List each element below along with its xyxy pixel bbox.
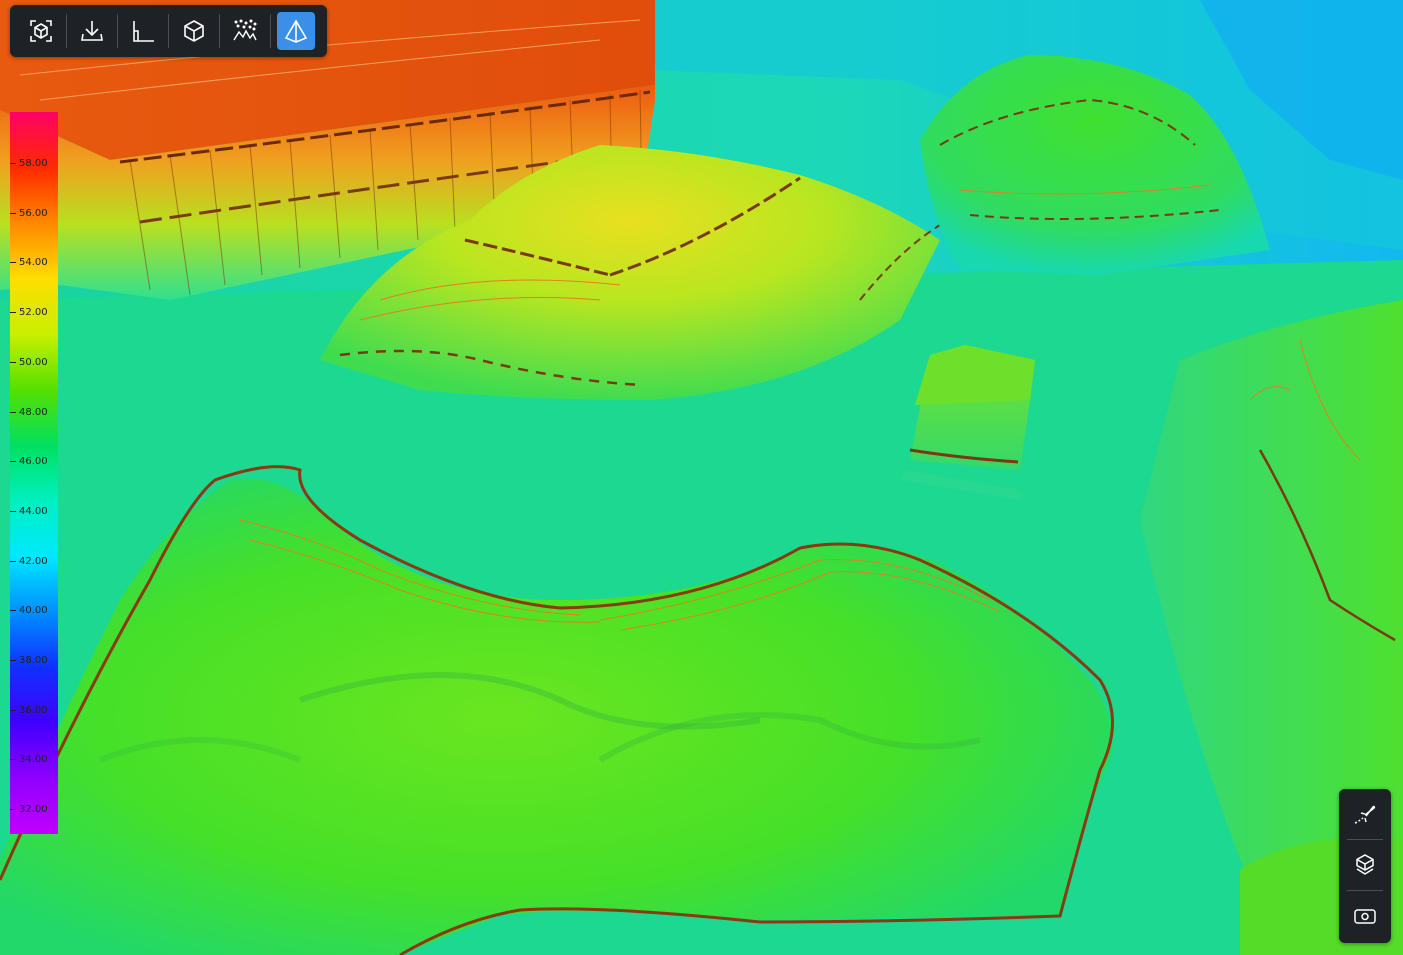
point-cloud-button[interactable] [226,12,264,50]
pyramid-icon [284,19,308,43]
legend-label: 58.00 [19,157,48,169]
legend-tick: 46.00 [10,455,58,467]
legend-label: 36.00 [19,704,48,716]
legend-tick: 32.00 [10,803,58,815]
axis-measure-icon [133,21,154,42]
axis-measure-button[interactable] [124,12,162,50]
flight-path-icon [1354,805,1376,824]
toolbar-divider [219,14,220,48]
cube-view-button[interactable] [175,12,213,50]
legend-label: 56.00 [19,207,48,219]
legend-tick: 58.00 [10,157,58,169]
legend-label: 50.00 [19,356,48,368]
legend-label: 54.00 [19,256,48,268]
legend-tick: 36.00 [10,704,58,716]
legend-label: 32.00 [19,803,48,815]
elevation-legend: 58.00 56.00 54.00 52.00 50.00 48.00 46.0… [10,112,58,834]
legend-tick: 56.00 [10,207,58,219]
download-button[interactable] [73,12,111,50]
view-toolbar [10,5,327,57]
legend-tick: 52.00 [10,306,58,318]
terrain-3d-view[interactable] [0,0,1403,955]
legend-label: 38.00 [19,654,48,666]
scan-cube-icon [30,20,52,42]
toolbar-divider [66,14,67,48]
legend-label: 44.00 [19,505,48,517]
cube-icon [184,20,204,42]
layers-icon [1356,854,1374,875]
pyramid-view-button[interactable] [277,12,315,50]
legend-label: 40.00 [19,604,48,616]
legend-label: 48.00 [19,406,48,418]
legend-tick: 42.00 [10,555,58,567]
legend-tick: 38.00 [10,654,58,666]
download-icon [81,21,103,41]
legend-tick: 48.00 [10,406,58,418]
legend-label: 42.00 [19,555,48,567]
legend-label: 52.00 [19,306,48,318]
toolbar-divider [168,14,169,48]
legend-label: 46.00 [19,455,48,467]
scan-cube-icon-button[interactable] [22,12,60,50]
legend-tick: 44.00 [10,505,58,517]
camera-view-button[interactable] [1339,891,1391,941]
layers-button[interactable] [1339,840,1391,890]
legend-tick: 54.00 [10,256,58,268]
terrain-viewport[interactable] [0,0,1403,955]
legend-label: 34.00 [19,753,48,765]
elevation-color-bar [10,112,58,834]
toolbar-divider [117,14,118,48]
legend-tick: 50.00 [10,356,58,368]
side-tool-panel [1339,789,1391,943]
legend-tick: 34.00 [10,753,58,765]
camera-view-icon [1354,909,1376,924]
point-cloud-icon [233,19,257,41]
legend-tick: 40.00 [10,604,58,616]
toolbar-divider [270,14,271,48]
flight-path-button[interactable] [1339,789,1391,839]
